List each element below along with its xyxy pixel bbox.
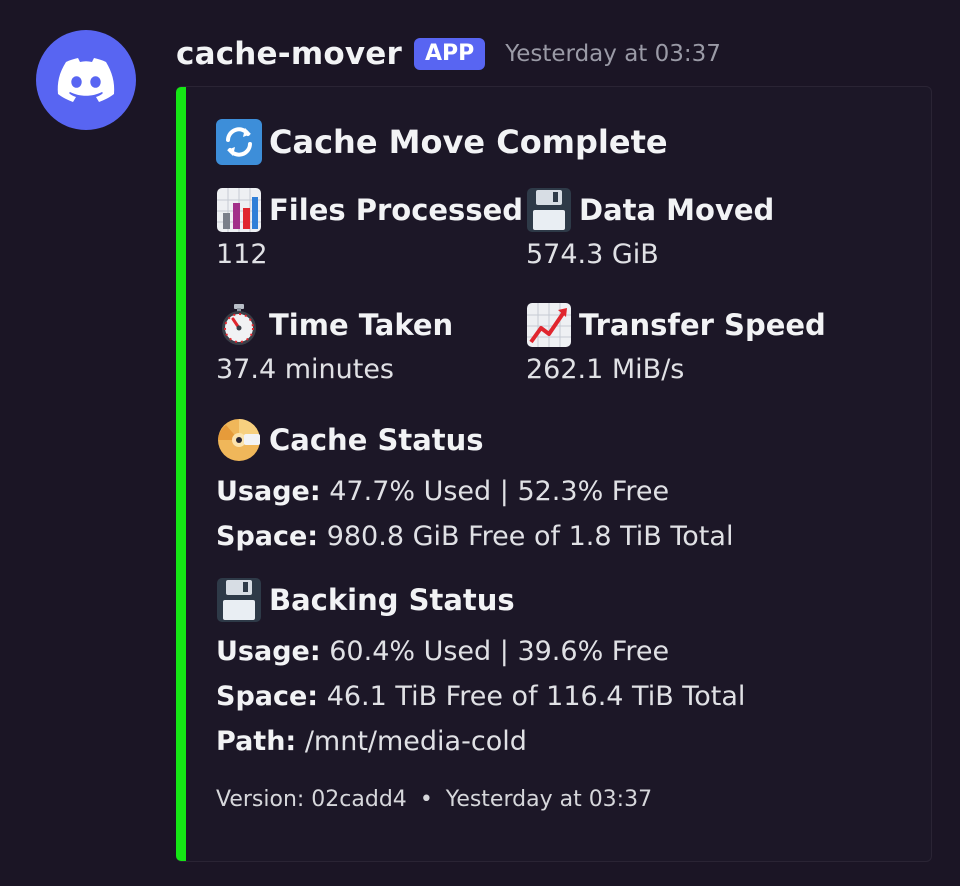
footer-separator: • (419, 787, 433, 812)
avatar[interactable] (36, 30, 136, 130)
data-moved-value: 574.3 GiB (526, 239, 659, 270)
embed-footer: Version: 02cadd4 • Yesterday at 03:37 (216, 787, 652, 812)
cache-usage-value: 47.7% Used | 52.3% Free (329, 476, 670, 507)
backing-space-label: Space: (216, 681, 319, 712)
files-processed-value: 112 (216, 239, 268, 270)
floppy-disk-icon (216, 577, 262, 623)
backing-path-line: Path: /mnt/media-cold (216, 719, 745, 764)
cache-space-label: Space: (216, 521, 319, 552)
app-badge: APP (413, 38, 486, 70)
field-data-moved: Data Moved 574.3 GiB (526, 187, 774, 270)
field-transfer-speed: Transfer Speed 262.1 MiB/s (526, 302, 826, 385)
time-taken-value: 37.4 minutes (216, 354, 394, 385)
arrows-cycle-icon (216, 119, 262, 165)
footer-version: Version: 02cadd4 (216, 787, 407, 812)
field-files-processed: Files Processed 112 (216, 187, 523, 270)
backing-space-value: 46.1 TiB Free of 116.4 TiB Total (326, 681, 746, 712)
backing-usage-label: Usage: (216, 636, 321, 667)
field-backing-status: Backing Status Usage: 60.4% Used | 39.6%… (216, 577, 745, 764)
message-header: cache-mover APP Yesterday at 03:37 (176, 32, 721, 76)
dvd-disc-icon (216, 417, 262, 463)
footer-timestamp: Yesterday at 03:37 (445, 787, 653, 812)
embed-card: Cache Move Complete Files Processed 112 (176, 86, 932, 862)
cache-space-line: Space: 980.8 GiB Free of 1.8 TiB Total (216, 514, 733, 559)
floppy-disk-icon (526, 187, 572, 233)
discord-logo-icon (57, 58, 115, 102)
backing-path-value: /mnt/media-cold (304, 726, 527, 757)
backing-path-label: Path: (216, 726, 297, 757)
field-time-taken: Time Taken 37.4 minutes (216, 302, 453, 385)
field-cache-status: Cache Status Usage: 47.7% Used | 52.3% F… (216, 417, 733, 559)
backing-space-line: Space: 46.1 TiB Free of 116.4 TiB Total (216, 674, 745, 719)
transfer-speed-value: 262.1 MiB/s (526, 354, 685, 385)
embed-title: Cache Move Complete (216, 119, 668, 165)
backing-usage-line: Usage: 60.4% Used | 39.6% Free (216, 629, 745, 674)
chart-increasing-icon (526, 302, 572, 348)
embed-accent-bar (176, 87, 186, 861)
cache-usage-label: Usage: (216, 476, 321, 507)
username[interactable]: cache-mover (176, 36, 402, 72)
backing-usage-value: 60.4% Used | 39.6% Free (329, 636, 670, 667)
embed-title-text: Cache Move Complete (269, 123, 668, 161)
cache-space-value: 980.8 GiB Free of 1.8 TiB Total (326, 521, 734, 552)
stopwatch-icon (216, 302, 262, 348)
cache-usage-line: Usage: 47.7% Used | 52.3% Free (216, 469, 733, 514)
message-timestamp[interactable]: Yesterday at 03:37 (505, 41, 721, 67)
bar-chart-icon (216, 187, 262, 233)
